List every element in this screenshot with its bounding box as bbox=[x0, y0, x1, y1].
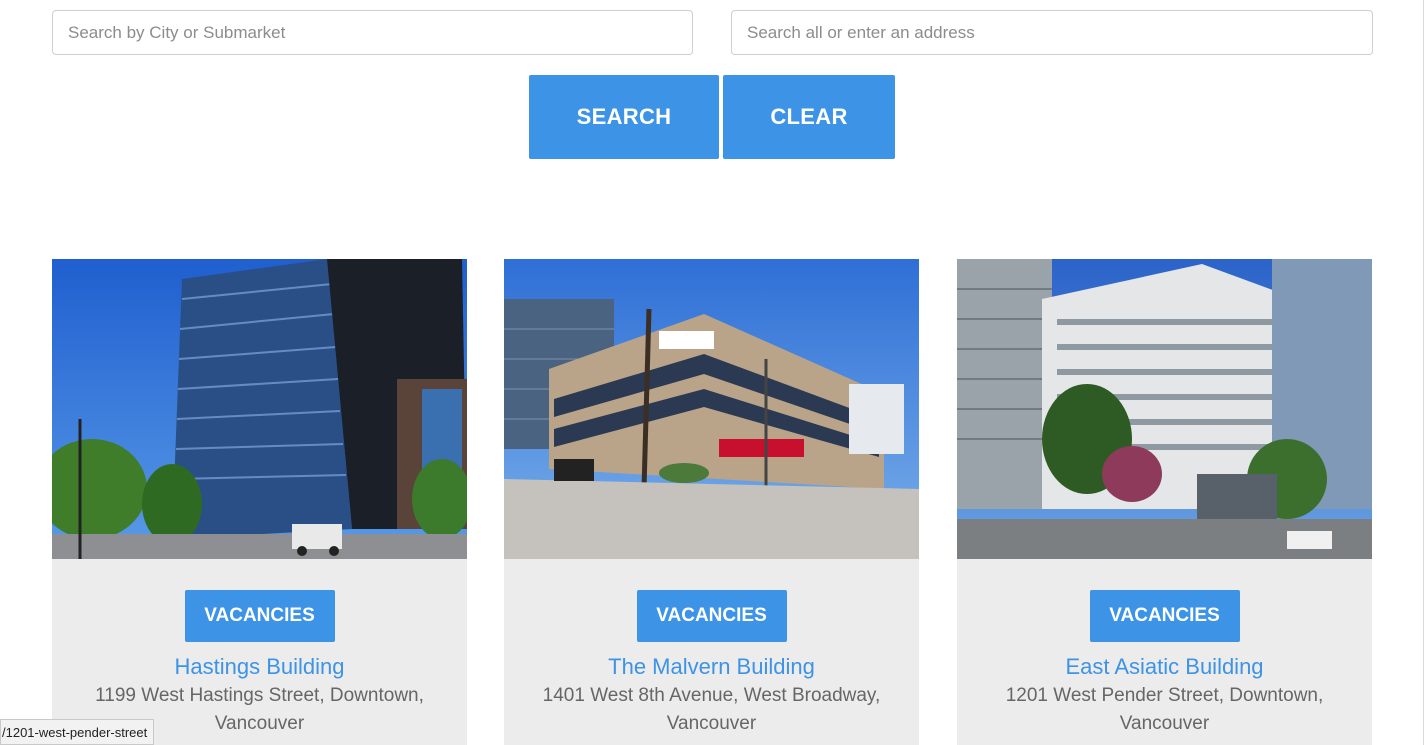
vacancies-button[interactable]: VACANCIES bbox=[1089, 590, 1240, 642]
city-search-input[interactable] bbox=[52, 10, 693, 55]
vacancies-button[interactable]: VACANCIES bbox=[184, 590, 335, 642]
property-title[interactable]: East Asiatic Building bbox=[957, 654, 1372, 680]
property-title[interactable]: Hastings Building bbox=[52, 654, 467, 680]
status-url: /1201-west-pender-street bbox=[2, 724, 148, 740]
vacancies-button[interactable]: VACANCIES bbox=[636, 590, 787, 642]
property-card-east-asiatic: VACANCIES East Asiatic Building 1201 Wes… bbox=[957, 259, 1372, 745]
page: SEARCH CLEAR bbox=[0, 0, 1424, 745]
property-address: 1401 West 8th Avenue, West Broadway, Van… bbox=[542, 685, 881, 734]
property-photo[interactable] bbox=[957, 259, 1372, 559]
property-title[interactable]: The Malvern Building bbox=[504, 654, 919, 680]
property-card-hastings: VACANCIES Hastings Building 1199 West Ha… bbox=[52, 259, 467, 745]
property-photo[interactable] bbox=[504, 259, 919, 559]
clear-button[interactable]: CLEAR bbox=[723, 75, 895, 159]
property-card-malvern: VACANCIES The Malvern Building 1401 West… bbox=[504, 259, 919, 745]
address-search-input[interactable] bbox=[731, 10, 1373, 55]
link-status-bar: /1201-west-pender-street bbox=[0, 719, 155, 745]
property-photo[interactable] bbox=[52, 259, 467, 559]
search-button[interactable]: SEARCH bbox=[529, 75, 719, 159]
property-address: 1201 West Pender Street, Downtown, Vanco… bbox=[1005, 685, 1324, 734]
